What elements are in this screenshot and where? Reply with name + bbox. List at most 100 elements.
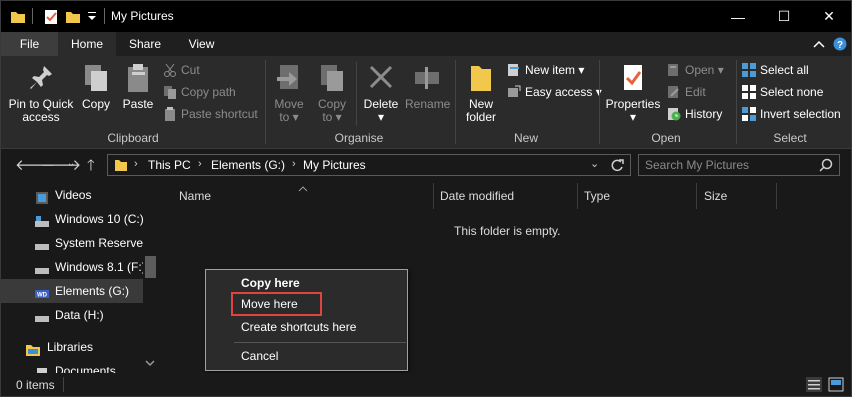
easy-access-label: Easy access ▾	[525, 85, 602, 99]
minimize-button[interactable]: —	[715, 1, 761, 32]
help-icon[interactable]: ?	[833, 37, 847, 54]
open-label-text: Open	[685, 63, 715, 77]
highlight-box	[231, 292, 322, 316]
new-item-label: New item ▾	[525, 63, 585, 77]
search-icon[interactable]	[819, 158, 833, 175]
close-button[interactable]: ✕	[806, 1, 852, 32]
menu-separator	[234, 342, 406, 343]
tab-home[interactable]: Home	[58, 32, 116, 56]
nav-item-windows-10[interactable]: Windows 10 (C:)	[1, 207, 143, 231]
up-arrow-icon[interactable]: 🡑	[87, 155, 95, 180]
edit-label: Edit	[685, 85, 706, 99]
nav-item-label: Data (H:)	[55, 308, 104, 322]
nav-item-label: Documents	[55, 364, 116, 373]
documents-icon	[35, 365, 49, 373]
search-input[interactable]	[645, 157, 815, 173]
paste-shortcut-icon	[163, 107, 177, 127]
paste-label: Paste	[122, 97, 154, 111]
video-icon	[35, 189, 49, 207]
select-none-icon	[742, 85, 756, 105]
details-view-icon[interactable]	[806, 377, 822, 392]
delete-button[interactable]: Delete ▾	[361, 60, 401, 124]
svg-text:WD: WD	[37, 293, 48, 299]
nav-item-data[interactable]: Data (H:)	[1, 303, 143, 327]
tab-share[interactable]: Share	[116, 32, 174, 56]
breadcrumb-separator-icon[interactable]: ›	[292, 158, 296, 170]
easy-access-label-text: Easy access	[525, 85, 593, 99]
pin-to-quick-access-button[interactable]: Pin to Quick access	[7, 60, 75, 124]
address-bar[interactable]: › This PC › Elements (G:) › My Pictures …	[107, 154, 631, 176]
tab-view[interactable]: View	[174, 32, 229, 56]
select-all-icon	[742, 63, 756, 83]
easy-access-icon	[507, 85, 521, 105]
maximize-button[interactable]: ☐	[761, 1, 807, 32]
ribbon-divider	[455, 60, 456, 144]
copy-to-button[interactable]: Copy to ▾	[313, 60, 351, 124]
nav-item-libraries[interactable]: Libraries	[1, 335, 143, 359]
nav-item-system-reserved[interactable]: System Reserved	[1, 231, 143, 255]
properties-button[interactable]: Properties ▾	[604, 60, 662, 124]
nav-item-windows-8-1[interactable]: Windows 8.1 (F:)	[1, 255, 143, 279]
address-dropdown-icon[interactable]: ⌄	[590, 157, 599, 170]
new-group-label: New	[513, 131, 538, 145]
nav-item-elements[interactable]: WD Elements (G:)	[1, 279, 143, 303]
menu-item-copy-here[interactable]: Copy here	[206, 272, 407, 294]
search-box[interactable]	[638, 154, 840, 176]
column-header-name[interactable]: Name	[179, 189, 211, 203]
column-divider[interactable]	[433, 183, 434, 209]
copy-label: Copy	[81, 97, 110, 111]
column-divider[interactable]	[776, 183, 777, 209]
edit-icon	[667, 85, 681, 105]
copy-button[interactable]: Copy	[79, 60, 113, 111]
nav-item-documents[interactable]: Documents	[1, 359, 143, 373]
rename-button[interactable]: Rename	[405, 60, 451, 111]
new-folder-button[interactable]: New folder	[460, 60, 502, 124]
copy-to-label-2-text: to	[322, 110, 333, 124]
copy-path-label: Copy path	[181, 85, 236, 99]
move-to-button[interactable]: Move to ▾	[269, 60, 309, 124]
divider	[32, 8, 33, 24]
large-icons-view-icon[interactable]	[828, 377, 844, 392]
nav-item-videos[interactable]: Videos	[1, 183, 143, 207]
history-icon	[667, 107, 681, 127]
libraries-icon	[25, 341, 41, 359]
refresh-icon[interactable]	[610, 158, 624, 175]
scissors-icon	[163, 63, 177, 83]
navigation-scrollbar[interactable]	[143, 181, 158, 373]
invert-selection-label: Invert selection	[760, 107, 841, 121]
menu-item-create-shortcuts-here[interactable]: Create shortcuts here	[206, 316, 407, 338]
select-all-label: Select all	[760, 63, 809, 77]
column-divider[interactable]	[577, 183, 578, 209]
copy-path-icon	[163, 85, 177, 105]
column-header-date-modified[interactable]: Date modified	[440, 189, 514, 203]
breadcrumb-my-pictures[interactable]: My Pictures	[303, 158, 366, 172]
paste-button[interactable]: Paste	[119, 60, 157, 111]
breadcrumb-this-pc[interactable]: This PC	[148, 158, 191, 172]
title-bar: My Pictures — ☐ ✕	[1, 1, 851, 32]
scroll-down-icon[interactable]	[145, 357, 155, 371]
column-divider[interactable]	[696, 183, 697, 209]
wd-drive-icon: WD	[35, 285, 49, 303]
properties-icon	[624, 65, 642, 90]
drive-icon	[35, 261, 49, 279]
recent-locations-chevron-icon[interactable]: ⌄	[67, 158, 75, 169]
scrollbar-thumb[interactable]	[145, 256, 156, 278]
new-folder-label-2: folder	[465, 110, 497, 124]
breadcrumb-separator-icon[interactable]: ›	[198, 158, 202, 170]
properties-qat-icon[interactable]	[43, 9, 59, 28]
new-folder-qat-icon[interactable]	[65, 9, 81, 28]
move-to-label-2: to ▾	[279, 110, 299, 124]
breadcrumb-separator-icon[interactable]: ›	[134, 158, 138, 170]
qat-dropdown-icon[interactable]	[87, 10, 97, 25]
tab-file[interactable]: File	[1, 32, 58, 56]
column-header-size[interactable]: Size	[704, 189, 727, 203]
open-group-label: Open	[651, 131, 681, 145]
menu-item-cancel[interactable]: Cancel	[206, 345, 407, 367]
chevron-up-icon[interactable]	[813, 38, 825, 52]
breadcrumb-elements[interactable]: Elements (G:)	[211, 158, 285, 172]
new-folder-icon	[471, 66, 491, 91]
rename-label: Rename	[405, 97, 451, 111]
new-item-label-text: New item	[525, 63, 576, 77]
organise-group-label: Organise	[334, 131, 384, 145]
column-header-type[interactable]: Type	[584, 189, 610, 203]
